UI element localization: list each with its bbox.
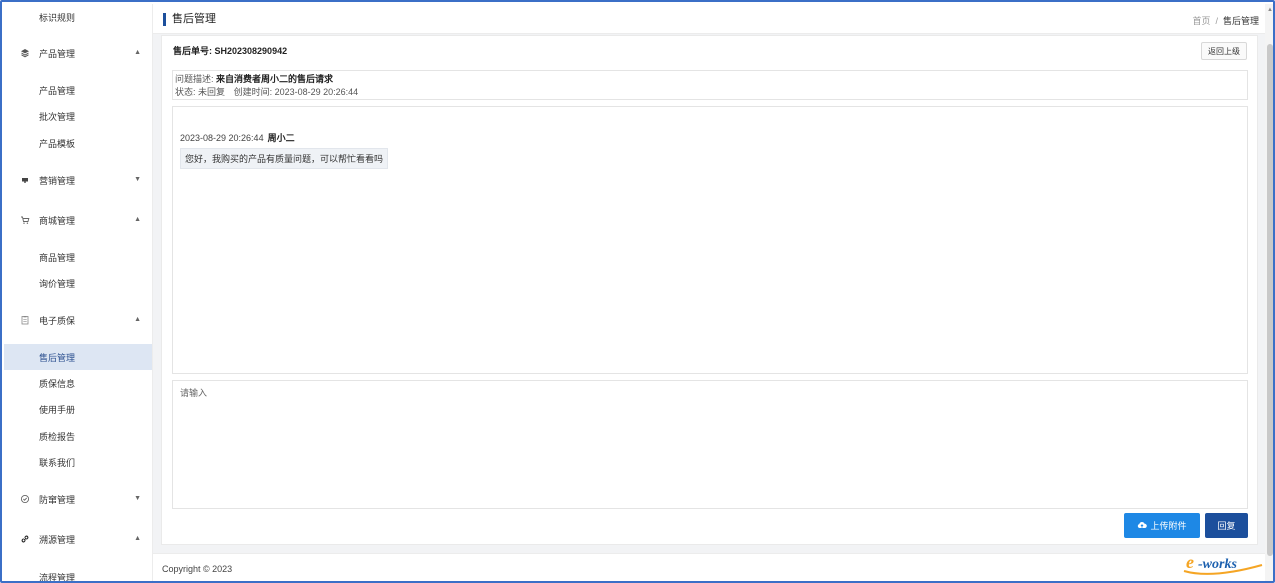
created-time-value: 2023-08-29 20:26:44 (274, 87, 359, 97)
sidebar-item-after-sales[interactable]: 售后管理 (4, 344, 152, 370)
upload-attachment-label: 上传附件 (1150, 521, 1187, 531)
scrollbar-thumb[interactable] (1267, 44, 1273, 556)
back-button[interactable]: 返回上级 (1201, 42, 1247, 60)
message-bubble: 您好，我购买的产品有质量问题，可以帮忙看看吗 (180, 148, 389, 169)
sidebar-item-label: 质检报告 (39, 431, 76, 442)
message-time: 2023-08-29 20:26:44 (180, 133, 264, 143)
sidebar-item-user-manual[interactable]: 使用手册 (4, 396, 152, 422)
sidebar: 标识规则 产品管理 ▲ 产品管理 批次管理 产品模板 营销管理 ▼ 商城管理 ▲… (4, 4, 153, 583)
svg-text:-works: -works (1198, 557, 1237, 572)
message-author: 周小二 (267, 133, 295, 143)
layers-icon (20, 48, 30, 58)
order-number-value: SH202308290942 (214, 46, 288, 56)
description-value: 来自消费者周小二的售后请求 (216, 74, 334, 84)
request-info-box: 问题描述: 来自消费者周小二的售后请求 状态: 未回复 创建时间: 2023-0… (172, 70, 1248, 100)
sidebar-item-label: 商品管理 (39, 252, 76, 263)
sidebar-item-product-management[interactable]: 产品管理 (4, 77, 152, 103)
sidebar-item-label: 询价管理 (39, 278, 76, 289)
sidebar-group-label: 产品管理 (39, 48, 76, 59)
clipboard-icon (20, 315, 30, 325)
sidebar-group-e-warranty[interactable]: 电子质保 ▲ (4, 307, 152, 333)
sidebar-group-label: 营销管理 (39, 175, 76, 186)
status-row: 状态: 未回复 创建时间: 2023-08-29 20:26:44 (175, 86, 1245, 99)
cloud-upload-icon (1137, 521, 1148, 531)
chevron-down-icon: ▼ (134, 176, 141, 183)
sidebar-item-product-template[interactable]: 产品模板 (4, 130, 152, 156)
sidebar-item-inspection-report[interactable]: 质检报告 (4, 423, 152, 449)
message-meta: 2023-08-29 20:26:44 周小二 (180, 131, 295, 144)
monitor-icon (20, 175, 30, 185)
scroll-up-arrow-icon[interactable]: ▲ (1267, 7, 1273, 13)
e-works-logo: e -works (1182, 549, 1266, 579)
chevron-up-icon: ▲ (134, 316, 141, 323)
sidebar-item-label: 标识规则 (39, 12, 76, 23)
svg-text:e: e (1186, 552, 1194, 572)
sidebar-group-label: 防窜管理 (39, 494, 76, 505)
reply-area (172, 380, 1248, 509)
sidebar-item-label: 流程管理 (39, 572, 76, 583)
cart-icon (20, 215, 30, 225)
message-thread: 2023-08-29 20:26:44 周小二 您好，我购买的产品有质量问题，可以… (172, 106, 1248, 374)
chevron-down-icon: ▼ (134, 495, 141, 502)
sidebar-item-label: 使用手册 (39, 404, 76, 415)
sidebar-group-marketing[interactable]: 营销管理 ▼ (4, 167, 152, 193)
created-time-label: 创建时间: (233, 87, 273, 97)
breadcrumb-separator: / (1215, 16, 1218, 26)
sidebar-item-process-management[interactable]: 流程管理 (4, 564, 152, 583)
reply-button[interactable]: 回复 (1205, 513, 1248, 538)
top-bar: 售后管理 首页 / 售后管理 (153, 4, 1265, 34)
sidebar-item-label: 售后管理 (39, 352, 76, 363)
sidebar-item-label: 产品模板 (39, 138, 76, 149)
sidebar-group-label: 溯源管理 (39, 534, 76, 545)
sidebar-item-label: 批次管理 (39, 111, 76, 122)
sidebar-item-identifier-rules[interactable]: 标识规则 (4, 4, 152, 30)
upload-attachment-button[interactable]: 上传附件 (1124, 513, 1200, 538)
sidebar-group-label: 商城管理 (39, 215, 76, 226)
main-content: 售后管理 首页 / 售后管理 售后单号: SH202308290942 返回上级 问… (153, 4, 1265, 581)
sidebar-group-product[interactable]: 产品管理 ▲ (4, 40, 152, 66)
page-title: 售后管理 (163, 13, 216, 26)
sidebar-group-anti-channeling[interactable]: 防窜管理 ▼ (4, 486, 152, 512)
description-row: 问题描述: 来自消费者周小二的售后请求 (175, 73, 1245, 86)
status-label: 状态: (175, 87, 196, 97)
description-label: 问题描述: (175, 74, 214, 84)
sidebar-item-label: 质保信息 (39, 378, 76, 389)
chevron-up-icon: ▲ (134, 49, 141, 56)
breadcrumb-home-link[interactable]: 首页 (1192, 16, 1210, 26)
order-number-label: 售后单号: (173, 46, 212, 56)
sidebar-group-mall[interactable]: 商城管理 ▲ (4, 207, 152, 233)
link-icon (20, 534, 30, 544)
sidebar-group-label: 电子质保 (39, 315, 76, 326)
order-number: 售后单号: SH202308290942 (173, 44, 287, 57)
after-sales-detail-card: 售后单号: SH202308290942 返回上级 问题描述: 来自消费者周小二… (161, 35, 1258, 545)
sidebar-group-traceability[interactable]: 溯源管理 ▲ (4, 526, 152, 552)
copyright-text: Copyright © 2023 (162, 564, 233, 574)
app-window: 标识规则 产品管理 ▲ 产品管理 批次管理 产品模板 营销管理 ▼ 商城管理 ▲… (0, 0, 1275, 583)
sidebar-item-warranty-info[interactable]: 质保信息 (4, 370, 152, 396)
sidebar-item-goods-management[interactable]: 商品管理 (4, 244, 152, 270)
shield-icon (20, 494, 30, 504)
reply-input[interactable] (173, 381, 1247, 508)
sidebar-item-batch-management[interactable]: 批次管理 (4, 103, 152, 129)
breadcrumb: 首页 / 售后管理 (1192, 14, 1259, 27)
breadcrumb-current: 售后管理 (1222, 16, 1259, 26)
sidebar-item-contact-us[interactable]: 联系我们 (4, 449, 152, 475)
sidebar-item-label: 产品管理 (39, 85, 76, 96)
page-scrollbar[interactable]: ▲ (1265, 4, 1273, 581)
sidebar-item-inquiry-management[interactable]: 询价管理 (4, 270, 152, 296)
chevron-up-icon: ▲ (134, 216, 141, 223)
footer: Copyright © 2023 (153, 553, 1265, 581)
sidebar-item-label: 联系我们 (39, 457, 76, 468)
chevron-up-icon: ▲ (134, 535, 141, 542)
status-value: 未回复 (198, 87, 226, 97)
